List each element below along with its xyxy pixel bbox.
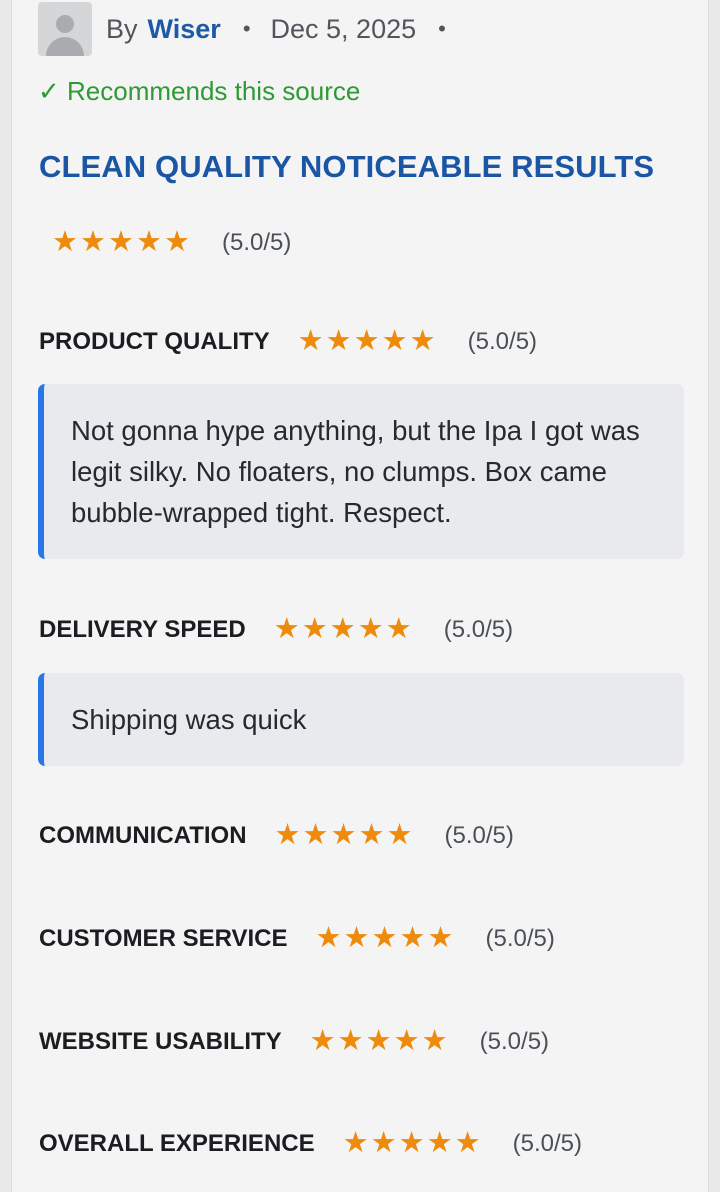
star-rating-icon: ★★★★★: [309, 1025, 450, 1057]
category-product-quality: PRODUCT QUALITY ★★★★★ (5.0/5): [39, 327, 537, 356]
category-delivery-speed: DELIVERY SPEED ★★★★★ (5.0/5): [39, 615, 513, 644]
star-rating-icon: ★★★★★: [52, 226, 192, 258]
category-label: CUSTOMER SERVICE: [39, 924, 288, 952]
review-card: By Wiser • Dec 5, 2025 • ✓ Recommends th…: [11, 0, 709, 1192]
category-customer-service: CUSTOMER SERVICE ★★★★★ (5.0/5): [39, 924, 555, 953]
category-overall-experience: OVERALL EXPERIENCE ★★★★★ (5.0/5): [39, 1129, 582, 1158]
rating-score: (5.0/5): [443, 615, 514, 643]
rating-score: (5.0/5): [512, 1129, 582, 1157]
category-comment: Shipping was quick: [38, 673, 684, 766]
rating-score: (5.0/5): [485, 924, 555, 952]
rating-score: (5.0/5): [467, 327, 538, 355]
rating-score: (5.0/5): [222, 228, 292, 256]
star-rating-icon: ★★★★★: [315, 922, 456, 954]
category-label: OVERALL EXPERIENCE: [39, 1129, 315, 1157]
category-comment: Not gonna hype anything, but the Ipa I g…: [38, 384, 684, 559]
author-link[interactable]: Wiser: [148, 14, 221, 45]
review-title: CLEAN QUALITY NOTICEABLE RESULTS: [39, 149, 655, 184]
recommends-badge: ✓ Recommends this source: [38, 76, 361, 106]
category-label: DELIVERY SPEED: [39, 615, 246, 643]
rating-score: (5.0/5): [479, 1027, 550, 1055]
review-date: Dec 5, 2025: [270, 13, 417, 44]
star-rating-icon: ★★★★★: [274, 819, 415, 851]
separator-dot: •: [438, 16, 446, 41]
rating-score: (5.0/5): [444, 821, 514, 849]
comment-text: Shipping was quick: [71, 704, 307, 735]
star-rating-icon: ★★★★★: [342, 1127, 483, 1159]
category-website-usability: WEBSITE USABILITY ★★★★★ (5.0/5): [39, 1027, 549, 1056]
category-communication: COMMUNICATION ★★★★★ (5.0/5): [39, 821, 514, 850]
overall-rating: ★★★★★ (5.0/5): [52, 228, 291, 257]
comment-text: Not gonna hype anything, but the Ipa I g…: [71, 415, 640, 528]
star-rating-icon: ★★★★★: [297, 325, 438, 357]
category-label: COMMUNICATION: [39, 821, 247, 849]
star-rating-icon: ★★★★★: [273, 613, 414, 645]
review-header: By Wiser • Dec 5, 2025 •: [38, 0, 466, 58]
separator-dot: •: [242, 16, 251, 41]
user-placeholder-icon: [38, 2, 92, 56]
category-label: PRODUCT QUALITY: [39, 327, 270, 355]
category-label: WEBSITE USABILITY: [39, 1027, 282, 1055]
by-label: By: [106, 13, 138, 44]
